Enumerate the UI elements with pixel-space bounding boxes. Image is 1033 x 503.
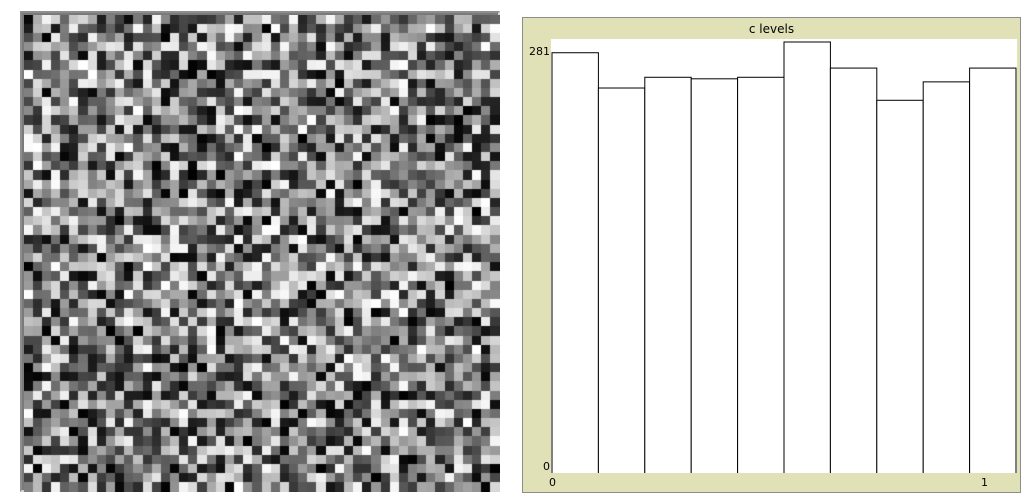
histogram-bar [737,76,785,473]
histogram-bar [551,52,599,473]
x-axis-max-label: 1 [981,476,988,489]
histogram-bar [690,78,739,473]
histogram-bar [783,41,831,473]
histogram-bar [644,76,692,473]
plot-title: c levels [748,22,795,36]
plot-area [551,39,1017,473]
histogram-bar [829,67,878,473]
y-axis-max-label: 281 [529,45,550,58]
histogram-bar [597,87,646,473]
patch-grid [24,15,500,492]
plot-widget: c levels 281 0 0 1 [522,17,1021,493]
y-axis-min-label: 0 [543,460,550,473]
histogram-bar [876,99,924,473]
histogram-bar [922,81,971,473]
x-axis-min-label: 0 [549,476,556,489]
histogram-bar [969,67,1017,473]
histogram [551,41,1017,473]
world-view [20,11,500,492]
